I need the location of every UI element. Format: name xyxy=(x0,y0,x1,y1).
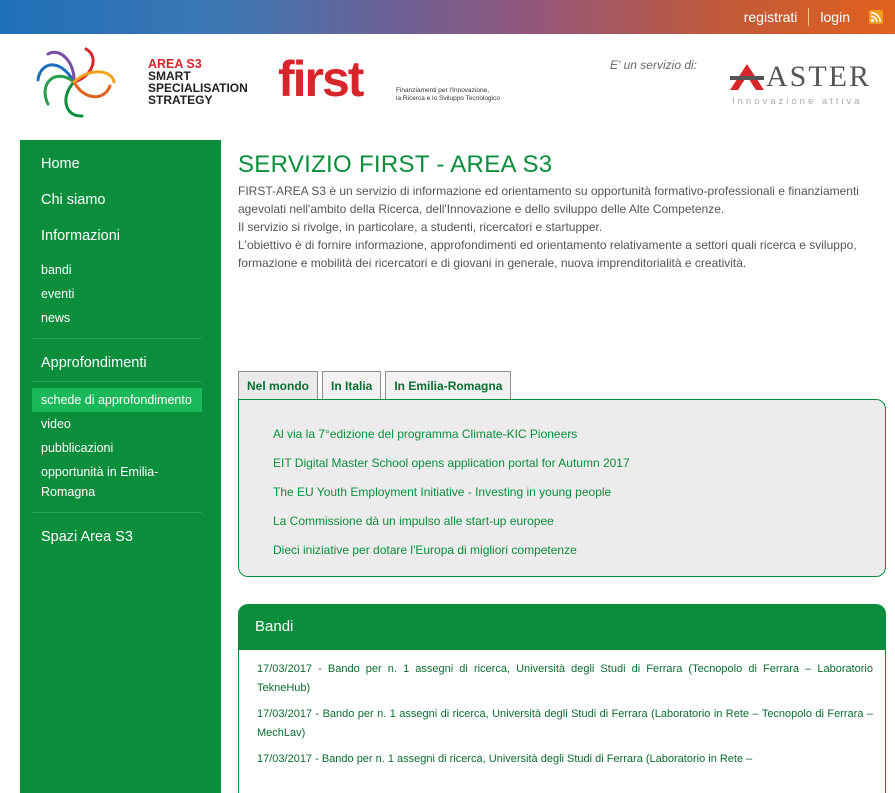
tab-panel: Al via la 7°edizione del programma Clima… xyxy=(238,399,886,577)
logo-line-4: STRATEGY xyxy=(148,93,213,107)
sidebar-item-home[interactable]: Home xyxy=(20,146,221,182)
sidebar-subitem-opportunita[interactable]: opportunità in Emilia-Romagna xyxy=(20,460,221,502)
intro-paragraph: FIRST-AREA S3 è un servizio di informazi… xyxy=(238,184,859,216)
intro-paragraph: Il servizio si rivolge, in particolare, … xyxy=(238,220,603,234)
first-sub-line-2: la Ricerca e lo Sviluppo Tecnologico xyxy=(396,95,500,102)
aster-logo-word: ASTER xyxy=(766,60,872,93)
first-logo-word: first xyxy=(278,51,364,107)
first-sub-line-1: Finanziamenti per l'Innovazione, xyxy=(396,87,490,94)
news-link[interactable]: Al via la 7°edizione del programma Clima… xyxy=(273,420,885,449)
bando-link[interactable]: 17/03/2017 - Bando per n. 1 assegni di r… xyxy=(257,705,873,743)
bando-link[interactable]: 17/03/2017 - Bando per n. 1 assegni di r… xyxy=(257,660,873,698)
sidebar-subitem-news[interactable]: news xyxy=(20,306,221,330)
first-logo[interactable]: first Finanziamenti per l'Innovazione, l… xyxy=(278,51,500,107)
sidebar-item-informazioni[interactable]: Informazioni xyxy=(20,218,221,254)
aster-logo-subtitle: Innovazione attiva xyxy=(732,96,863,107)
news-tabs: Nel mondo In Italia In Emilia-Romagna xyxy=(238,371,512,400)
sidebar: Home Chi siamo Informazioni bandi eventi… xyxy=(20,140,221,793)
news-link[interactable]: Dieci iniziative per dotare l'Europa di … xyxy=(273,536,885,565)
aster-mark-icon xyxy=(730,64,764,90)
sidebar-subitem-pubblicazioni[interactable]: pubblicazioni xyxy=(20,436,221,460)
tab-in-italia[interactable]: In Italia xyxy=(322,371,382,400)
bandi-list: 17/03/2017 - Bando per n. 1 assegni di r… xyxy=(239,650,885,769)
main-content: SERVIZIO FIRST - AREA S3 FIRST-AREA S3 è… xyxy=(238,150,890,272)
news-link[interactable]: EIT Digital Master School opens applicat… xyxy=(273,449,885,478)
aster-logo[interactable]: ASTER Innovazione attiva xyxy=(730,62,871,107)
area-s3-logo[interactable]: AREA S3 SMART SPECIALISATION STRATEGY xyxy=(30,42,260,122)
service-label: E' un servizio di: xyxy=(610,58,697,72)
sidebar-divider xyxy=(32,512,202,513)
sidebar-subitem-eventi[interactable]: eventi xyxy=(20,282,221,306)
bandi-header: Bandi xyxy=(238,604,886,650)
register-link[interactable]: registrati xyxy=(733,9,809,25)
sidebar-item-approfondimenti[interactable]: Approfondimenti xyxy=(20,345,221,381)
area-s3-logo-text: AREA S3 SMART SPECIALISATION STRATEGY xyxy=(148,58,248,106)
sidebar-subitem-bandi[interactable]: bandi xyxy=(20,258,221,282)
top-links: registrati login xyxy=(733,0,883,34)
news-link[interactable]: La Commissione dà un impulso alle start-… xyxy=(273,507,885,536)
bandi-title[interactable]: Bandi xyxy=(255,618,293,635)
header: AREA S3 SMART SPECIALISATION STRATEGY fi… xyxy=(0,34,895,134)
intro-text: FIRST-AREA S3 è un servizio di informazi… xyxy=(238,182,890,272)
top-bar: registrati login xyxy=(0,0,895,34)
page-title: SERVIZIO FIRST - AREA S3 xyxy=(238,151,553,178)
intro-paragraph: L'obiettivo è di fornire informazione, a… xyxy=(238,238,857,270)
news-list: Al via la 7°edizione del programma Clima… xyxy=(239,400,885,565)
tab-nel-mondo[interactable]: Nel mondo xyxy=(238,371,318,400)
sidebar-item-chi-siamo[interactable]: Chi siamo xyxy=(20,182,221,218)
sidebar-divider xyxy=(32,338,202,339)
bando-link[interactable]: 17/03/2017 - Bando per n. 1 assegni di r… xyxy=(257,750,873,769)
swirl-logo-icon xyxy=(36,47,116,118)
rss-icon[interactable] xyxy=(869,10,883,24)
first-logo-subtitle: Finanziamenti per l'Innovazione, la Rice… xyxy=(396,87,506,103)
sidebar-item-spazi[interactable]: Spazi Area S3 xyxy=(20,519,221,555)
sidebar-divider xyxy=(32,381,202,382)
news-link[interactable]: The EU Youth Employment Initiative - Inv… xyxy=(273,478,885,507)
bandi-list-box: 17/03/2017 - Bando per n. 1 assegni di r… xyxy=(238,650,886,793)
sidebar-subitem-schede[interactable]: schede di approfondimento xyxy=(32,388,202,412)
tab-in-emilia-romagna[interactable]: In Emilia-Romagna xyxy=(385,371,512,400)
login-link[interactable]: login xyxy=(809,9,861,25)
sidebar-subitem-video[interactable]: video xyxy=(20,412,221,436)
